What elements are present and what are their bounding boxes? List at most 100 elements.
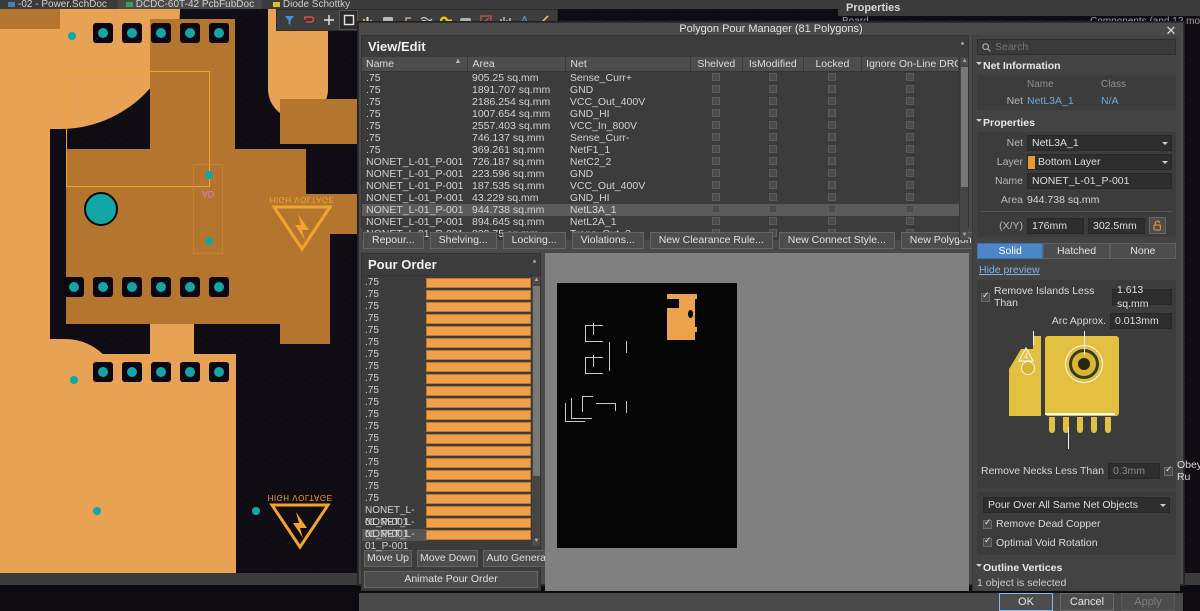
- checkbox-box[interactable]: [906, 133, 915, 141]
- cell-ignore-drc[interactable]: [862, 180, 959, 192]
- pour-order-move-down-button[interactable]: Move Down: [417, 550, 479, 567]
- checkbox-box[interactable]: [768, 193, 777, 201]
- checkbox-box[interactable]: [828, 133, 837, 141]
- pad[interactable]: [151, 362, 171, 382]
- cell-ismodified[interactable]: [743, 216, 804, 228]
- cell-shelved[interactable]: [690, 168, 742, 180]
- scroll-up-icon[interactable]: ▲: [533, 277, 540, 284]
- pad[interactable]: [64, 277, 84, 297]
- selected-polygon-outline[interactable]: [66, 71, 210, 187]
- hide-preview-link[interactable]: Hide preview: [973, 262, 1180, 278]
- net-dropdown[interactable]: NetL3A_1: [1027, 135, 1172, 151]
- cell-ignore-drc[interactable]: [862, 192, 959, 204]
- pad[interactable]: [180, 362, 200, 382]
- polygon-preview[interactable]: 4: [985, 331, 1168, 456]
- action-button-new-connect-style[interactable]: New Connect Style...: [778, 232, 895, 249]
- table-row[interactable]: NONET_L-01_P-001 43.229 sq.mm GND_HI: [362, 192, 959, 204]
- remove-necks-input[interactable]: 0.3mm: [1107, 463, 1160, 479]
- y-coordinate-input[interactable]: 302.5mm: [1088, 217, 1145, 234]
- fill-mode-segmented-control[interactable]: Solid Hatched None: [977, 243, 1176, 259]
- action-button-locking[interactable]: Locking...: [502, 232, 566, 249]
- cell-ismodified[interactable]: [743, 108, 804, 120]
- properties-panel-header[interactable]: Properties: [838, 0, 1200, 16]
- table-row[interactable]: .75 369.261 sq.mm NetF1_1: [362, 144, 959, 156]
- checkbox-box[interactable]: [828, 97, 837, 105]
- checkbox-box[interactable]: [828, 181, 837, 189]
- checkbox-box[interactable]: [906, 157, 915, 165]
- pour-order-item[interactable]: NONET_L-01_P-001: [362, 517, 426, 540]
- pad[interactable]: [122, 277, 142, 297]
- action-button-repour[interactable]: Repour...: [363, 232, 424, 249]
- pad[interactable]: [209, 277, 229, 297]
- remove-islands-checkbox[interactable]: Remove Islands Less Than: [981, 285, 1108, 309]
- checkbox-box[interactable]: [712, 157, 721, 165]
- cell-ignore-drc[interactable]: [862, 156, 959, 168]
- checkbox-box[interactable]: [906, 145, 915, 153]
- cell-shelved[interactable]: [690, 84, 742, 96]
- pour-order-item[interactable]: .75: [362, 325, 426, 337]
- checkbox-box[interactable]: [906, 109, 915, 117]
- pour-order-item[interactable]: .75: [362, 277, 426, 289]
- fill-mode-none[interactable]: None: [1109, 243, 1176, 259]
- table-row[interactable]: NONET_L-01_P-001 726.187 sq.mm NetC2_2: [362, 156, 959, 168]
- layer-dropdown[interactable]: Bottom Layer: [1027, 154, 1172, 170]
- checkbox-box[interactable]: [768, 145, 777, 153]
- remove-dead-copper-checkbox[interactable]: Remove Dead Copper: [983, 518, 1100, 530]
- cell-shelved[interactable]: [690, 72, 742, 85]
- pour-order-item[interactable]: .75: [362, 493, 426, 505]
- table-header-row[interactable]: Name ▲ Area Net Shelved IsModified Locked…: [362, 57, 960, 72]
- table-row[interactable]: NONET_L-01_P-001 894.645 sq.mm NetL2A_1: [362, 216, 959, 228]
- checkbox-box[interactable]: [768, 217, 777, 225]
- document-tab-strip[interactable]: -02 - Power.SchDoc DCDC-60T-42 PcbFubDoc…: [0, 0, 838, 9]
- checkbox-box[interactable]: [828, 217, 837, 225]
- checkbox-box[interactable]: [828, 85, 837, 93]
- cell-shelved[interactable]: [690, 216, 742, 228]
- pour-order-item[interactable]: .75: [362, 337, 426, 349]
- cell-locked[interactable]: [803, 96, 862, 108]
- column-header-shelved[interactable]: Shelved: [690, 57, 744, 72]
- checkbox-box[interactable]: [768, 181, 777, 189]
- checkbox-box[interactable]: [712, 133, 721, 141]
- table-row[interactable]: NONET_L-01_P-001 944.738 sq.mm NetL3A_1: [362, 204, 959, 216]
- pour-order-item[interactable]: NONET_L-01_P-001: [362, 529, 426, 552]
- document-tab[interactable]: DCDC-60T-42 PcbFubDoc: [117, 0, 263, 9]
- pad[interactable]: [151, 277, 171, 297]
- checkbox-box[interactable]: [906, 193, 915, 201]
- table-row[interactable]: .75 905.25 sq.mm Sense_Curr+: [362, 72, 959, 85]
- column-header-net[interactable]: Net: [565, 57, 691, 72]
- polygon-action-buttons[interactable]: Repour... Shelving... Locking... Violations…: [361, 232, 1138, 249]
- checkbox-box[interactable]: [906, 181, 915, 189]
- checkbox-box[interactable]: [768, 133, 777, 141]
- cell-locked[interactable]: [803, 108, 862, 120]
- cell-ismodified[interactable]: [743, 168, 804, 180]
- column-header-ismodified[interactable]: IsModified: [742, 57, 804, 72]
- table-row[interactable]: .75 2186.254 sq.mm VCC_Out_400V: [362, 96, 959, 108]
- net-information-section-header[interactable]: Net Information: [973, 57, 1180, 75]
- cell-locked[interactable]: [803, 156, 862, 168]
- animate-pour-order-button[interactable]: Animate Pour Order: [364, 571, 538, 588]
- checkbox-box[interactable]: [712, 145, 721, 153]
- pad[interactable]: [93, 23, 113, 43]
- scrollbar-thumb[interactable]: [961, 67, 969, 187]
- pour-over-dropdown[interactable]: Pour Over All Same Net Objects: [983, 497, 1170, 513]
- pad[interactable]: [122, 362, 142, 382]
- pad[interactable]: [151, 23, 171, 43]
- cell-ismodified[interactable]: [743, 144, 804, 156]
- pad[interactable]: [180, 23, 200, 43]
- pad[interactable]: [93, 362, 113, 382]
- checkbox-box[interactable]: [712, 121, 721, 129]
- pour-order-scrollbar[interactable]: ▲ ▼: [531, 276, 540, 546]
- pour-order-item[interactable]: .75: [362, 361, 426, 373]
- fill-mode-hatched[interactable]: Hatched: [1043, 243, 1110, 259]
- checkbox-box[interactable]: [768, 85, 777, 93]
- checkbox-box[interactable]: [768, 169, 777, 177]
- cell-locked[interactable]: [803, 204, 862, 216]
- cell-ignore-drc[interactable]: [862, 120, 959, 132]
- filter-icon[interactable]: [281, 11, 299, 29]
- checkbox-box[interactable]: [828, 73, 837, 81]
- document-tab[interactable]: Diode Schottky: [265, 0, 358, 9]
- cell-locked[interactable]: [803, 132, 862, 144]
- pour-order-item[interactable]: .75: [362, 457, 426, 469]
- pad[interactable]: [209, 362, 229, 382]
- pour-order-item[interactable]: .75: [362, 301, 426, 313]
